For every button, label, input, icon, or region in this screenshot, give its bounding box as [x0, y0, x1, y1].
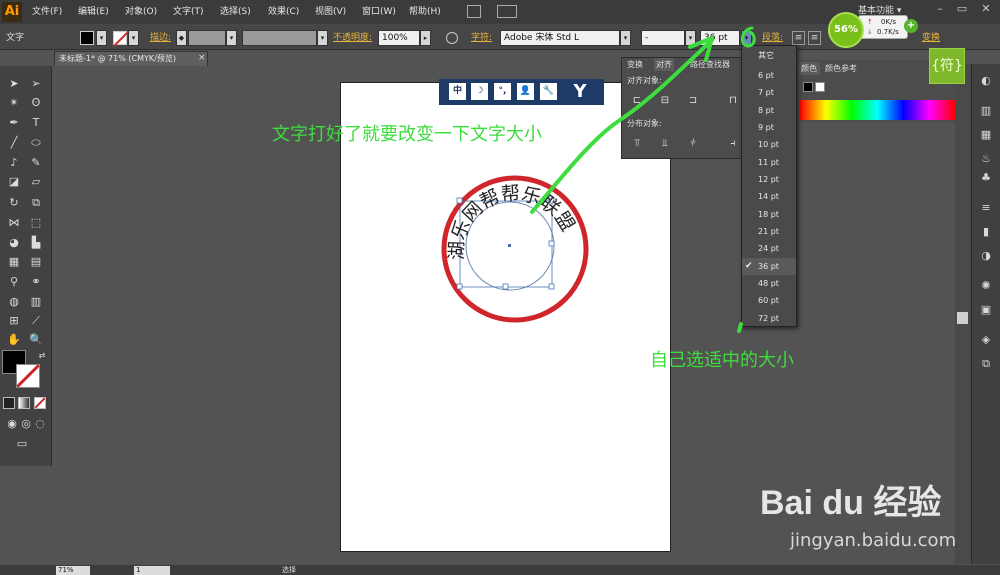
status-text[interactable]: 选择	[282, 565, 296, 575]
annotation-circle-mark	[741, 26, 756, 48]
annotation-bottom: 自己选适中的大小	[650, 350, 794, 371]
annotation-top: 文字打好了就要改变一下文字大小	[272, 124, 542, 145]
annotation-pointer-mark	[737, 322, 743, 333]
baidu-watermark-url: jingyan.baidu.com	[790, 530, 957, 551]
baidu-jingyan-logo: Bai du 经验	[760, 484, 942, 522]
artboard-number-field[interactable]: 1	[134, 566, 170, 575]
zoom-level-field[interactable]: 71%	[56, 566, 90, 575]
annotation-arrow-line	[530, 38, 714, 214]
